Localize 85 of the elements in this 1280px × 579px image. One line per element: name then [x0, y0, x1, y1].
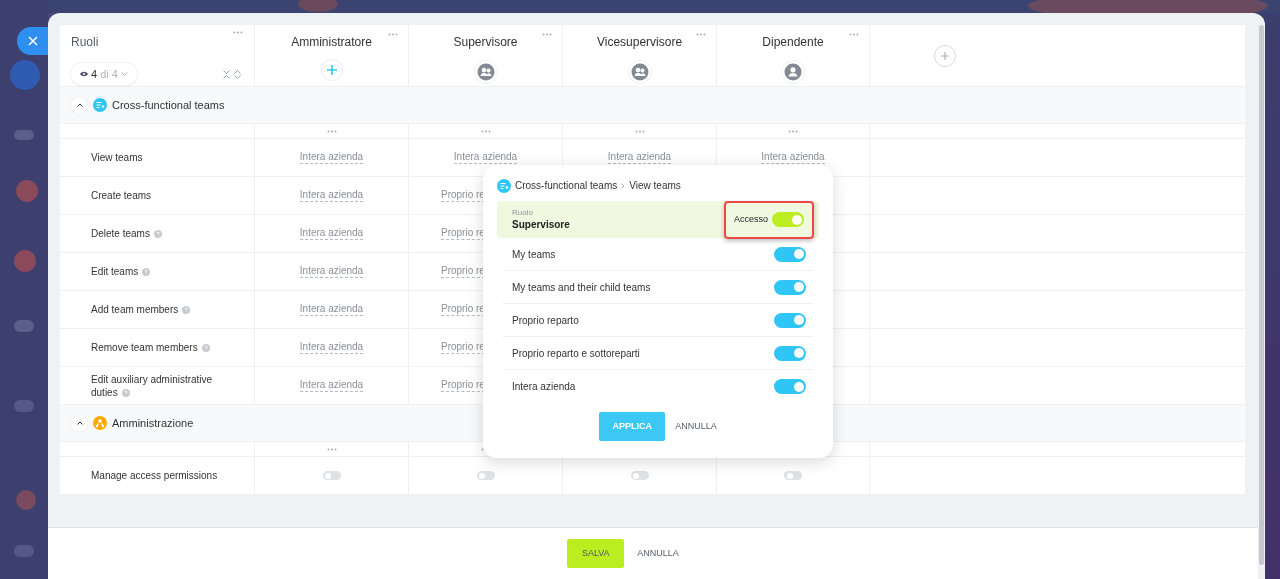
option-label: Intera azienda — [512, 380, 576, 394]
save-button[interactable]: SALVA — [567, 539, 625, 568]
permission-label: Delete teams — [91, 227, 162, 240]
permission-label: View teams — [91, 151, 143, 164]
access-level-link[interactable]: Intera azienda — [761, 151, 825, 164]
toggle-switch[interactable] — [774, 345, 806, 361]
collapse-icon[interactable] — [223, 69, 230, 79]
more-icon[interactable] — [849, 33, 859, 36]
access-level-link[interactable]: Intera azienda — [607, 151, 672, 164]
eye-icon — [80, 71, 88, 77]
option-label: My teams — [512, 247, 556, 262]
more-icon[interactable] — [696, 33, 706, 36]
access-level-link[interactable]: Intera azienda — [299, 265, 364, 278]
group-avatar-icon — [627, 60, 652, 84]
column-title: Dipendente — [762, 34, 824, 51]
access-level-link[interactable]: Intera azienda — [299, 227, 364, 240]
more-icon[interactable] — [233, 31, 243, 34]
toggle-switch[interactable] — [476, 471, 495, 480]
visible-roles-dropdown[interactable]: 4 di 4 — [71, 63, 137, 85]
more-icon[interactable] — [634, 129, 645, 133]
access-level-link[interactable]: Intera azienda — [299, 151, 364, 164]
access-level-link[interactable]: Intera azienda — [299, 303, 364, 316]
help-icon[interactable] — [182, 306, 191, 314]
more-icon[interactable] — [542, 33, 552, 36]
more-icon[interactable] — [326, 129, 337, 133]
access-level-link[interactable]: Intera azienda — [453, 151, 518, 164]
more-icon[interactable] — [480, 129, 491, 133]
help-icon[interactable] — [142, 268, 151, 276]
access-level-link[interactable]: Intera azienda — [299, 341, 364, 354]
more-icon[interactable] — [388, 33, 398, 36]
permission-label: Create teams — [91, 189, 152, 202]
role-caption: Ruolo — [512, 208, 534, 218]
collapse-button[interactable] — [71, 414, 88, 432]
visible-count: 4 — [91, 66, 98, 82]
section-title: Amministrazione — [112, 415, 194, 431]
add-icon[interactable] — [321, 60, 342, 80]
apply-button[interactable]: APPLICA — [599, 412, 666, 441]
toggle-switch[interactable] — [774, 246, 806, 262]
total-count: di 4 — [100, 66, 118, 82]
chevron-down-icon — [120, 72, 128, 76]
chevron-icon — [76, 421, 83, 425]
option-label: My teams and their child teams — [512, 280, 651, 295]
teams-icon — [497, 178, 511, 193]
breadcrumb-item: Cross-functional teams — [515, 179, 618, 193]
option-label: Proprio reparto — [512, 313, 579, 328]
group-avatar-icon — [473, 60, 498, 84]
toggle-switch[interactable] — [774, 312, 806, 328]
more-icon[interactable] — [788, 129, 798, 133]
column-title: Vicesupervisore — [596, 34, 683, 51]
column-title: Supervisore — [453, 34, 518, 51]
teams-icon — [93, 98, 107, 112]
toggle-switch[interactable] — [784, 471, 802, 480]
access-label: Accesso — [734, 212, 768, 226]
plus-icon — [941, 51, 949, 60]
expand-icon[interactable] — [234, 69, 241, 79]
cancel-button[interactable]: ANNULLA — [637, 546, 679, 561]
person-avatar-icon — [781, 60, 805, 84]
collapse-button[interactable] — [71, 96, 88, 114]
role-name: Supervisore — [512, 218, 570, 231]
permission-label: Remove team members — [91, 341, 210, 354]
access-level-link[interactable]: Intera azienda — [299, 379, 364, 392]
column-title: Amministratore — [291, 34, 372, 51]
option-label: Proprio reparto e sottoreparti — [512, 346, 640, 361]
toggle-switch[interactable] — [774, 279, 806, 295]
section-title: Cross-functional teams — [112, 97, 225, 113]
permission-label: Edit auxiliary administrative duties — [91, 372, 214, 399]
column-title: Ruoli — [71, 34, 99, 51]
help-icon[interactable] — [153, 230, 162, 238]
permission-label: Edit teams — [91, 265, 151, 278]
section-header[interactable]: Cross-functional teams — [60, 87, 1245, 124]
chevron-right-icon — [621, 182, 626, 189]
toggle-switch[interactable] — [772, 212, 804, 227]
toggle-switch[interactable] — [630, 471, 649, 480]
toggle-switch[interactable] — [774, 379, 806, 394]
chevron-icon — [76, 103, 83, 107]
toggle-switch[interactable] — [322, 471, 341, 480]
help-icon[interactable] — [121, 388, 130, 397]
more-icon[interactable] — [326, 447, 337, 451]
admin-icon — [93, 416, 107, 430]
permission-label: Manage access permissions — [91, 469, 218, 482]
breadcrumb-item: View teams — [629, 179, 681, 193]
permission-label: Add team members — [91, 303, 191, 316]
access-level-link[interactable]: Intera azienda — [299, 189, 364, 202]
help-icon[interactable] — [201, 344, 210, 352]
cancel-button[interactable]: ANNULLA — [675, 419, 717, 434]
